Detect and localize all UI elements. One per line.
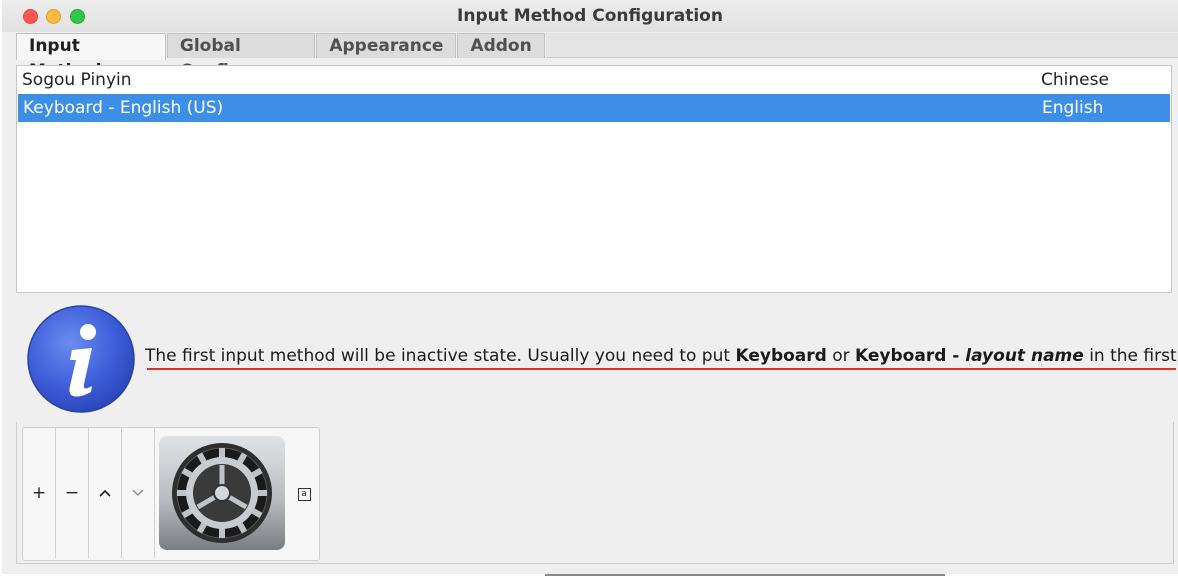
keyboard-icon: a <box>297 487 311 501</box>
chevron-down-icon <box>132 489 144 496</box>
input-method-name: Sogou Pinyin <box>22 70 132 90</box>
configure-button[interactable] <box>159 436 285 550</box>
list-item[interactable]: Sogou Pinyin Chinese (China) <box>17 66 1171 118</box>
title-bar[interactable]: Input Method Configuration <box>2 0 1178 32</box>
spellcheck-underline <box>147 368 1176 370</box>
tab-appearance[interactable]: Appearance <box>316 33 457 58</box>
add-button[interactable]: + <box>23 428 56 558</box>
input-method-list[interactable]: Sogou Pinyin Chinese (China) Keyboard - … <box>16 65 1172 293</box>
info-bold-keyboard-layout: Keyboard - <box>855 346 966 366</box>
info-icon <box>27 305 135 413</box>
tab-addon[interactable]: Addon <box>457 33 545 58</box>
gear-icon <box>172 443 272 543</box>
info-text-3: in the first place. <box>1089 346 1178 366</box>
info-text-1: The first input method will be inactive … <box>145 346 736 366</box>
tab-bar-fill <box>545 33 1178 58</box>
remove-button[interactable]: − <box>56 428 89 558</box>
keyboard-layout-button[interactable]: a <box>289 428 319 560</box>
method-toolbar: + − a <box>22 427 320 561</box>
info-bold-keyboard: Keyboard <box>735 346 827 366</box>
tab-bar: Input Method Global Config Appearance Ad… <box>16 33 1178 81</box>
move-down-button[interactable] <box>122 428 155 558</box>
info-bold-italic-layout-name: layout name <box>965 346 1084 366</box>
info-text-2: or <box>826 346 856 366</box>
window-title: Input Method Configuration <box>457 6 723 26</box>
list-item-selected[interactable]: Keyboard - English (US) English <box>18 94 1170 122</box>
input-method-language: English <box>1042 98 1104 118</box>
chevron-up-icon <box>99 489 111 497</box>
input-method-name: Keyboard - English (US) <box>23 98 224 118</box>
move-up-button[interactable] <box>89 428 122 558</box>
tab-global-config[interactable]: Global Config <box>166 33 316 81</box>
info-message: The first input method will be inactive … <box>145 346 1178 366</box>
tab-input-method[interactable]: Input Method <box>16 33 166 81</box>
